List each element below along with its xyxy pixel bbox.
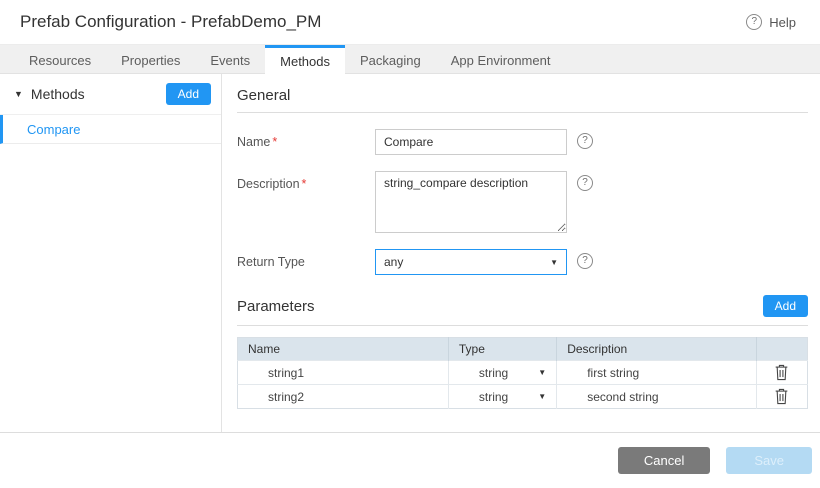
parameter-description-input[interactable]: second string [567,390,746,404]
tab-app-environment[interactable]: App Environment [436,45,566,73]
tab-events[interactable]: Events [195,45,265,73]
parameter-type-select[interactable]: string ▼ [459,390,546,404]
name-label: Name* [237,129,375,149]
parameter-row: string1 string ▼ first string [238,361,808,385]
help-label: Help [769,15,796,30]
methods-sidebar: ▼ Methods Add Compare [0,74,222,432]
collapse-arrow-icon: ▼ [14,89,23,99]
description-textarea[interactable]: string_compare description [375,171,567,233]
sidebar-section-label: Methods [31,86,85,102]
parameter-type-select[interactable]: string ▼ [459,366,546,380]
description-label: Description* [237,171,375,191]
description-help-icon[interactable]: ? [577,175,593,191]
return-type-label: Return Type [237,249,375,269]
trash-icon [774,388,789,405]
tab-resources[interactable]: Resources [14,45,106,73]
column-header-actions [756,338,807,361]
add-method-button[interactable]: Add [166,83,211,105]
column-header-type: Type [448,338,556,361]
return-type-select[interactable]: any ▼ [375,249,567,275]
column-header-name: Name [238,338,449,361]
tab-bar: Resources Properties Events Methods Pack… [0,45,820,74]
return-type-field-row: Return Type any ▼ ? [237,249,808,275]
column-header-description: Description [557,338,757,361]
save-button[interactable]: Save [726,447,812,474]
sidebar-methods-toggle[interactable]: ▼ Methods [14,86,85,102]
add-parameter-button[interactable]: Add [763,295,808,317]
sidebar-item-compare[interactable]: Compare [0,115,221,144]
prefab-configuration-dialog: Prefab Configuration - PrefabDemo_PM ? H… [0,0,820,488]
trash-icon [774,364,789,381]
method-form: General Name* ? Description* string_comp… [222,74,820,432]
parameter-description-input[interactable]: first string [567,366,746,380]
required-marker: * [302,177,307,191]
parameters-title: Parameters [237,298,315,315]
parameters-header: Parameters Add [237,295,808,326]
chevron-down-icon: ▼ [550,258,558,267]
tab-methods[interactable]: Methods [265,45,345,74]
name-input[interactable] [375,129,567,155]
dialog-footer: Cancel Save [0,432,820,488]
required-marker: * [272,135,277,149]
main-area: ▼ Methods Add Compare General Name* ? [0,74,820,432]
tab-packaging[interactable]: Packaging [345,45,436,73]
name-help-icon[interactable]: ? [577,133,593,149]
delete-parameter-button[interactable] [770,362,793,383]
description-field-row: Description* string_compare description … [237,171,808,233]
name-field-row: Name* ? [237,129,808,155]
titlebar: Prefab Configuration - PrefabDemo_PM ? H… [0,0,820,45]
parameters-table-header-row: Name Type Description [238,338,808,361]
return-type-value: any [384,255,403,269]
help-link[interactable]: ? Help [746,14,796,30]
tab-properties[interactable]: Properties [106,45,195,73]
cancel-button[interactable]: Cancel [618,447,710,474]
parameter-name-input[interactable]: string2 [248,390,438,404]
help-question-icon: ? [746,14,762,30]
general-section-title: General [237,74,808,113]
sidebar-methods-header: ▼ Methods Add [0,74,221,115]
chevron-down-icon: ▼ [538,392,546,401]
chevron-down-icon: ▼ [538,368,546,377]
return-type-help-icon[interactable]: ? [577,253,593,269]
parameter-name-input[interactable]: string1 [248,366,438,380]
delete-parameter-button[interactable] [770,386,793,407]
parameters-table: Name Type Description string1 string ▼ [237,337,808,409]
page-title: Prefab Configuration - PrefabDemo_PM [20,12,321,32]
parameter-row: string2 string ▼ second string [238,385,808,409]
